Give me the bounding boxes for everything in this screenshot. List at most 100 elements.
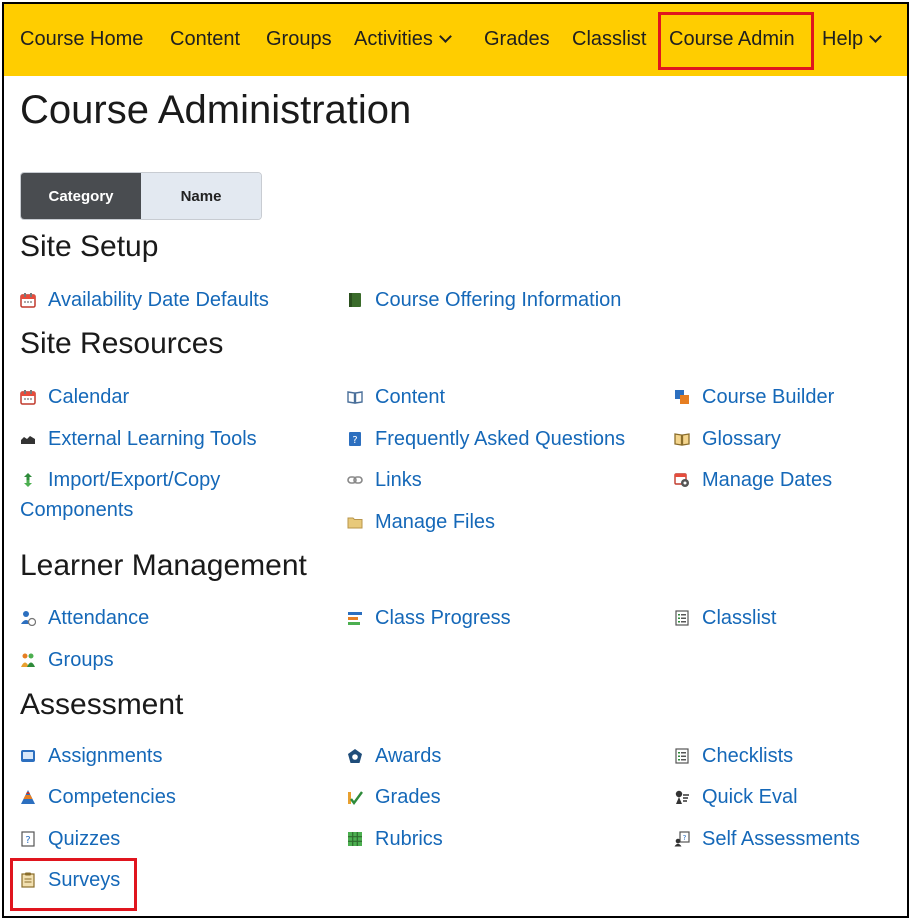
link-icon [347,472,363,488]
link-label: Availability Date Defaults [48,289,269,311]
nav-help-label: Help [822,28,864,50]
link-rubrics[interactable]: Rubrics [347,824,443,854]
view-toggle: Category Name [20,172,262,220]
link-glossary[interactable]: Glossary [674,424,781,454]
nav-content[interactable]: Content [170,28,240,51]
link-competencies[interactable]: Competencies [20,782,176,812]
surveys-highlight-box [10,858,137,911]
link-quick-eval[interactable]: Quick Eval [674,782,798,812]
link-links[interactable]: Links [347,465,422,495]
link-availability-date-defaults[interactable]: Availability Date Defaults [20,285,269,315]
link-label: Import/Export/Copy Components [20,469,221,521]
nav-classlist[interactable]: Classlist [572,28,646,51]
nav-groups[interactable]: Groups [266,28,332,51]
chevron-down-icon [439,30,452,43]
toggle-category-button[interactable]: Category [21,173,141,219]
link-label: External Learning Tools [48,428,257,450]
link-label: Attendance [48,607,150,629]
open-book-icon [347,389,363,405]
toggle-name-button[interactable]: Name [141,173,261,219]
link-label: Rubrics [375,828,443,850]
nav-course-home[interactable]: Course Home [20,28,143,51]
link-course-builder[interactable]: Course Builder [674,382,834,412]
link-external-learning-tools[interactable]: External Learning Tools [20,424,257,454]
link-label: Frequently Asked Questions [375,428,626,450]
link-course-offering-information[interactable]: Course Offering Information [347,285,621,315]
link-manage-files[interactable]: Manage Files [347,507,495,537]
groups-icon [20,652,36,668]
page-frame: Course Home Content Groups Activities Gr… [2,2,909,918]
progress-icon [347,610,363,626]
builder-icon [674,389,690,405]
page-title: Course Administration [20,88,412,132]
link-label: Self Assessments [702,828,860,850]
svg-text:?: ? [25,835,30,846]
calendar-icon [20,292,36,308]
section-title-site-setup: Site Setup [20,230,159,263]
attendance-icon [20,610,36,626]
nav-help[interactable]: Help [822,28,883,51]
link-content[interactable]: Content [347,382,445,412]
link-label: Class Progress [375,607,511,629]
link-calendar[interactable]: Calendar [20,382,129,412]
link-label: Checklists [702,745,794,767]
link-import-export-copy[interactable]: Import/Export/Copy Components [20,465,310,525]
nav-activities-label: Activities [354,28,433,50]
link-manage-dates[interactable]: Manage Dates [674,465,832,495]
checklist-icon [674,748,690,764]
link-label: Calendar [48,386,130,408]
calendar-gear-icon [674,472,690,488]
glossary-icon [674,431,690,447]
link-grades[interactable]: Grades [347,782,441,812]
link-label: Assignments [48,745,163,767]
svg-text:?: ? [352,435,357,446]
link-classlist[interactable]: Classlist [674,603,776,633]
link-label: Competencies [48,786,176,808]
self-assessment-icon: ? [674,831,690,847]
link-label: Links [375,469,422,491]
link-label: Classlist [702,607,777,629]
link-label: Course Offering Information [375,289,622,311]
link-label: Glossary [702,428,781,450]
section-title-site-resources: Site Resources [20,327,224,360]
section-title-assessment: Assessment [20,688,184,721]
link-label: Awards [375,745,442,767]
link-label: Grades [375,786,441,808]
link-label: Quick Eval [702,786,798,808]
link-self-assessments[interactable]: ? Self Assessments [674,824,860,854]
quick-eval-icon [674,789,690,805]
link-class-progress[interactable]: Class Progress [347,603,511,633]
import-export-icon [20,472,36,488]
book-icon [347,292,363,308]
link-groups[interactable]: Groups [20,645,114,675]
chevron-down-icon [869,30,883,43]
link-assignments[interactable]: Assignments [20,741,163,771]
link-quizzes[interactable]: ? Quizzes [20,824,120,854]
grades-icon [347,789,363,805]
plugin-icon [20,431,36,447]
classlist-icon [674,610,690,626]
course-admin-highlight-box [658,12,814,70]
nav-activities[interactable]: Activities [354,28,452,51]
link-label: Manage Dates [702,469,833,491]
svg-text:?: ? [683,834,687,842]
assignment-icon [20,748,36,764]
link-label: Groups [48,649,114,671]
course-navbar: Course Home Content Groups Activities Gr… [4,4,907,76]
link-label: Manage Files [375,511,496,533]
quiz-icon: ? [20,831,36,847]
link-awards[interactable]: Awards [347,741,441,771]
link-attendance[interactable]: Attendance [20,603,149,633]
faq-icon: ? [347,431,363,447]
rubric-icon [347,831,363,847]
link-checklists[interactable]: Checklists [674,741,793,771]
nav-grades[interactable]: Grades [484,28,550,51]
link-label: Quizzes [48,828,121,850]
section-title-learner-management: Learner Management [20,549,307,582]
competency-icon [20,789,36,805]
link-faq[interactable]: ? Frequently Asked Questions [347,424,625,454]
folder-icon [347,514,363,530]
link-label: Content [375,386,446,408]
calendar-icon [20,389,36,405]
award-icon [347,748,363,764]
